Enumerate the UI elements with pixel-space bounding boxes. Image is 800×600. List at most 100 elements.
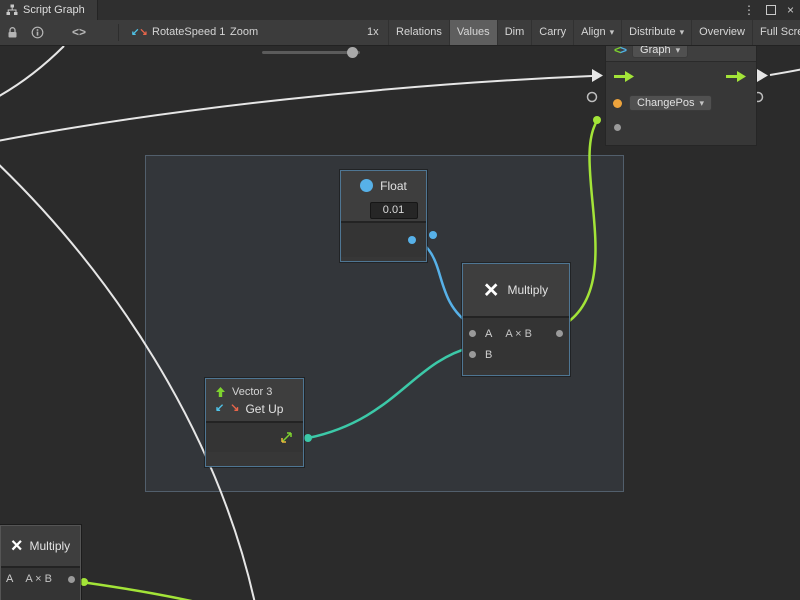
variable-row: ChangePos ▾ [606,90,756,116]
zoom-slider-handle[interactable] [347,47,358,58]
toolbar: <> ↙↘ RotateSpeed 1 Zoom 1x Relations Va… [0,20,800,46]
node-title: Float [380,179,407,193]
wire-multiply2-output[interactable] [67,580,238,600]
zoom-slider-track[interactable] [262,51,360,54]
input-label-b: B [485,349,492,361]
button-label: Dim [505,20,525,45]
button-label: Carry [539,20,566,45]
values-button[interactable]: Values [449,20,497,45]
flow-output-arrow-icon[interactable] [725,70,747,83]
node-float[interactable]: Float 0.01 [340,170,427,262]
fullscreen-button[interactable]: Full Screen [752,20,800,45]
titlebar: Script Graph ⋮ × [0,0,800,21]
multiply-row-b: B [463,344,569,365]
kebab-menu-icon[interactable]: ⋮ [743,0,755,20]
toolbar-separator [118,24,119,41]
info-icon[interactable] [31,26,44,39]
node-float-body [341,223,426,257]
distribute-dropdown-button[interactable]: Distribute ▾ [621,20,691,45]
float-value-input[interactable]: 0.01 [370,202,418,219]
button-label: Full Screen [760,20,800,45]
tab-script-graph[interactable]: Script Graph [0,0,98,20]
value-input-port[interactable] [614,124,621,131]
button-label: Distribute [629,20,675,45]
input-label-a: A [485,328,492,340]
vector3-up-arrow-icon [215,386,226,398]
script-machine-icon: ↙↘ [131,20,148,45]
node-multiply2-header[interactable]: × Multiply [1,526,80,566]
zoom-label: Zoom [230,20,258,45]
flow-port-triangle-right[interactable] [757,69,768,82]
wire-cap-green-top[interactable] [593,116,601,124]
wire-white-topleft[interactable] [0,46,64,100]
chevron-down-icon: ▾ [610,20,615,45]
node-getup-header[interactable]: Vector 3 ↙ ↘ Get Up [206,379,303,421]
changepos-dropdown-label: ChangePos [637,97,695,109]
multiply-icon: × [484,278,499,303]
button-label: Overview [699,20,745,45]
float-value-row: 0.01 [341,200,426,221]
float-output-port[interactable] [408,236,416,244]
float-type-icon [360,179,373,192]
vector-output-icon[interactable] [280,431,293,444]
chevron-down-icon: ▾ [680,20,685,45]
changepos-dropdown[interactable]: ChangePos ▾ [629,95,712,111]
flow-input-arrow-icon[interactable] [613,70,635,83]
script-graph-icon [6,4,18,16]
input-port-b[interactable] [469,351,476,358]
overview-button[interactable]: Overview [691,20,752,45]
output-port[interactable] [556,330,563,337]
node-multiply2-body: A A × B [1,568,80,600]
code-toggle-icon[interactable]: <> [72,20,86,45]
transform-arrow-sw-icon: ↙ [215,403,224,414]
node-type-label: Vector 3 [232,386,272,398]
transform-arrow-se-icon: ↘ [230,403,239,414]
output-label: A × B [25,573,52,585]
node-getup-body [206,423,303,452]
node-title: Get Up [245,402,283,416]
graph-panel: <> Graph ▾ ChangePos ▾ [605,38,757,146]
multiply2-row-a: A A × B [1,568,80,590]
button-label: Relations [396,20,442,45]
wire-cap-green-bottom[interactable] [80,578,88,586]
node-multiply-header[interactable]: × Multiply [463,264,569,316]
machine-arrow-se-icon: ↘ [139,27,147,38]
relations-button[interactable]: Relations [388,20,449,45]
value-port-row [606,116,756,138]
align-dropdown-button[interactable]: Align ▾ [573,20,621,45]
node-title: Multiply [507,283,548,297]
getup-title-line: ↙ ↘ Get Up [215,400,303,417]
flow-port-triangle-left[interactable] [592,69,603,82]
node-vector3-get-up[interactable]: Vector 3 ↙ ↘ Get Up [205,378,304,467]
lock-icon[interactable] [6,26,19,39]
port-circle-left[interactable] [588,93,597,102]
output-port[interactable] [68,576,75,583]
node-multiply[interactable]: × Multiply A A × B B [462,263,570,376]
carry-button[interactable]: Carry [531,20,573,45]
flow-row [606,62,756,90]
chevron-down-icon: ▾ [676,45,681,56]
unity-script-graph-window: Float 0.01 × Multiply A A × B B [0,0,800,600]
node-multiply-partial[interactable]: × Multiply A A × B [0,525,81,600]
input-port-a[interactable] [469,330,476,337]
multiply-icon: × [11,536,23,556]
dim-button[interactable]: Dim [497,20,532,45]
button-label: Align [581,20,605,45]
wire-white-right-stub[interactable] [770,68,800,75]
input-label-a: A [6,573,13,585]
close-icon[interactable]: × [787,0,794,20]
node-multiply-body: A A × B B [463,318,569,370]
tab-title: Script Graph [23,4,85,16]
output-label: A × B [505,328,532,340]
button-label: Values [457,20,490,45]
getup-type-line: Vector 3 [215,383,303,400]
node-title: Multiply [30,539,71,553]
machine-breadcrumb[interactable]: RotateSpeed 1 [152,20,225,45]
multiply-row-a: A A × B [463,323,569,344]
node-float-header[interactable]: Float [341,171,426,200]
variable-input-port[interactable] [613,99,622,108]
chevron-down-icon: ▾ [700,98,705,109]
titlebar-controls: ⋮ × [743,0,794,20]
wire-white-across-top[interactable] [0,76,592,142]
maximize-icon[interactable] [766,5,776,15]
